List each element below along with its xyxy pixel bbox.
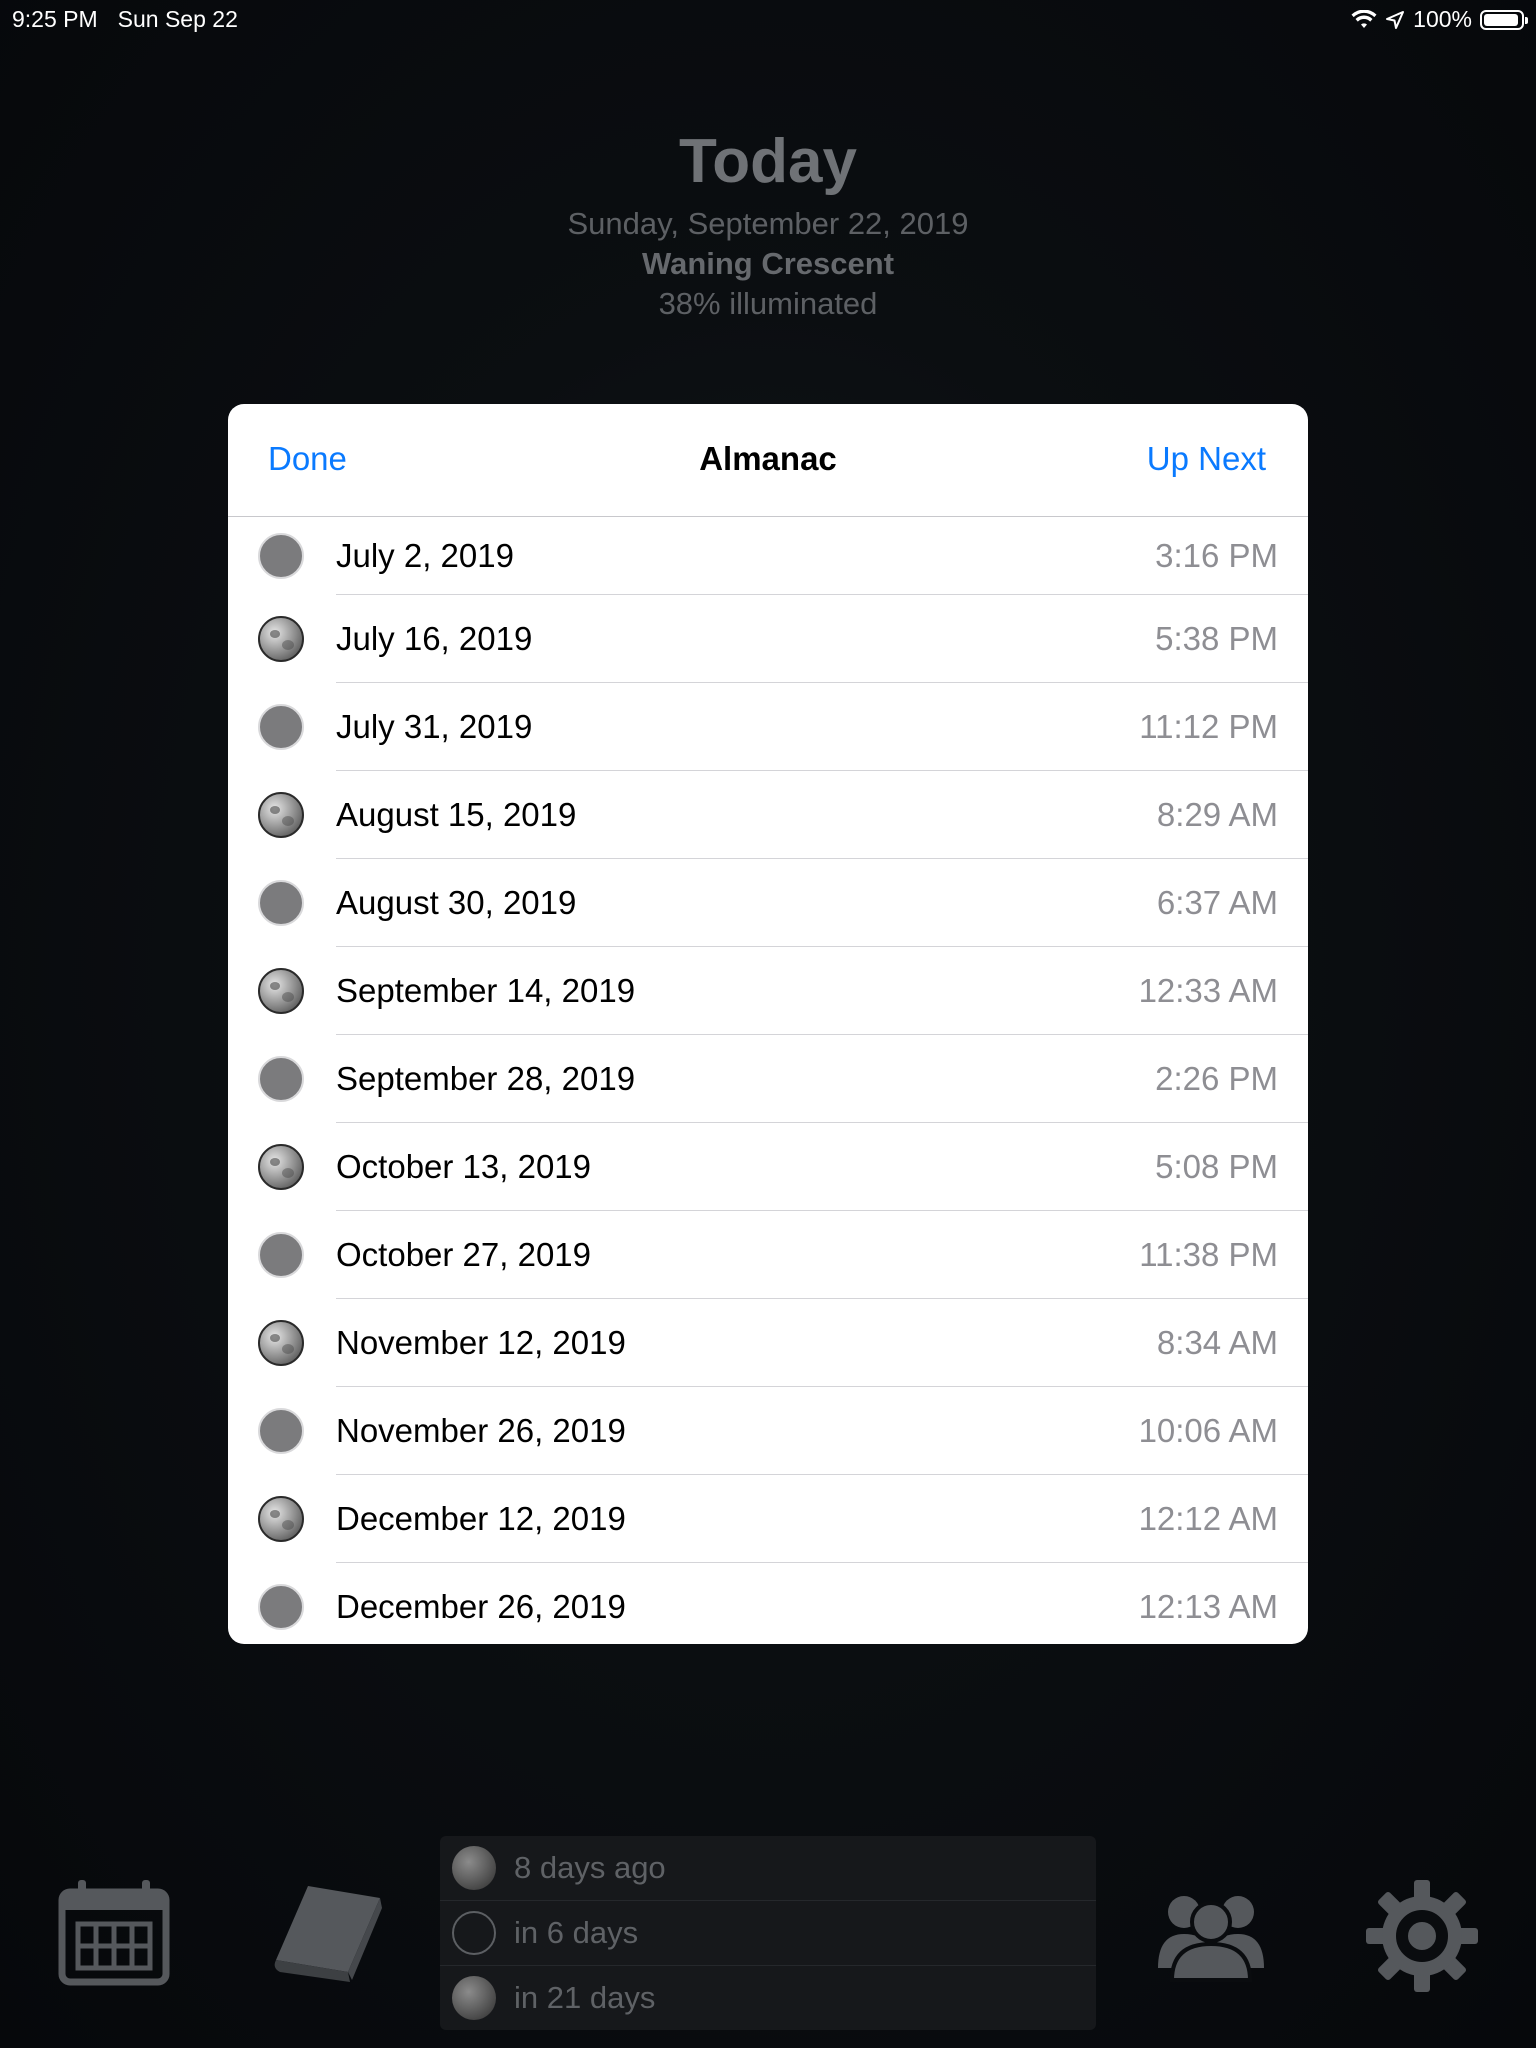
upcoming-label: in 21 days (514, 1980, 656, 2015)
full-moon-icon (258, 1320, 304, 1366)
almanac-row[interactable]: December 12, 2019 12:12 AM (228, 1475, 1308, 1563)
full-moon-icon (452, 1846, 496, 1890)
full-moon-icon (258, 968, 304, 1014)
status-date: Sun Sep 22 (117, 6, 238, 32)
book-icon[interactable] (268, 1880, 384, 1988)
row-date: September 28, 2019 (336, 1060, 636, 1097)
row-time: 12:12 AM (1138, 1500, 1278, 1537)
up-next-button[interactable]: Up Next (1147, 440, 1266, 478)
row-date: October 27, 2019 (336, 1236, 592, 1273)
upcoming-label: in 6 days (514, 1915, 639, 1950)
gear-icon[interactable] (1366, 1880, 1478, 1992)
row-time: 6:37 AM (1156, 884, 1278, 921)
upcoming-phases-list[interactable]: 8 days ago in 6 days in 21 days (440, 1836, 1096, 2030)
location-arrow-icon (1386, 10, 1405, 29)
almanac-row[interactable]: November 26, 2019 10:06 AM (228, 1387, 1308, 1475)
almanac-row[interactable]: July 31, 2019 11:12 PM (228, 683, 1308, 771)
done-button[interactable]: Done (268, 440, 347, 478)
new-moon-icon (258, 704, 304, 750)
people-icon[interactable] (1154, 1882, 1268, 1982)
row-date: August 30, 2019 (336, 884, 577, 921)
upcoming-row[interactable]: 8 days ago (440, 1836, 1096, 1901)
almanac-row[interactable]: September 14, 2019 12:33 AM (228, 947, 1308, 1035)
row-date: November 26, 2019 (336, 1412, 626, 1449)
wifi-icon (1351, 9, 1377, 28)
almanac-row[interactable]: September 28, 2019 2:26 PM (228, 1035, 1308, 1123)
new-moon-icon (258, 1408, 304, 1454)
status-left: 9:25 PM Sun Sep 22 (12, 6, 258, 33)
almanac-row[interactable]: July 16, 2019 5:38 PM (228, 595, 1308, 683)
almanac-row[interactable]: July 2, 2019 3:16 PM (228, 517, 1308, 595)
today-header: Today Sunday, September 22, 2019 Waning … (0, 120, 1536, 324)
row-date: August 15, 2019 (336, 796, 577, 833)
row-time: 5:08 PM (1155, 1148, 1278, 1185)
row-time: 2:26 PM (1155, 1060, 1278, 1097)
row-time: 8:29 AM (1156, 796, 1278, 833)
row-date: September 14, 2019 (336, 972, 636, 1009)
upcoming-row[interactable]: in 21 days (440, 1966, 1096, 2030)
upcoming-label: 8 days ago (514, 1850, 666, 1885)
row-time: 12:13 AM (1138, 1588, 1278, 1625)
battery-icon (1480, 9, 1528, 30)
status-bar: 9:25 PM Sun Sep 22 100% (0, 0, 1536, 40)
new-moon-icon (258, 1232, 304, 1278)
new-moon-icon (452, 1911, 496, 1955)
page-title: Today (679, 127, 857, 196)
full-moon-icon (258, 616, 304, 662)
upcoming-row[interactable]: in 6 days (440, 1901, 1096, 1966)
row-date: July 16, 2019 (336, 620, 533, 657)
almanac-list: July 2, 2019 3:16 PM July 16, 2019 5:38 PM J… (228, 517, 1308, 1644)
illumination-text: 38% illuminated (658, 286, 878, 321)
row-time: 11:12 PM (1139, 708, 1278, 745)
full-moon-icon (452, 1976, 496, 2020)
new-moon-icon (258, 1584, 304, 1630)
row-date: October 13, 2019 (336, 1148, 592, 1185)
row-time: 10:06 AM (1138, 1412, 1278, 1449)
new-moon-icon (258, 1056, 304, 1102)
almanac-row[interactable]: August 15, 2019 8:29 AM (228, 771, 1308, 859)
almanac-row[interactable]: October 13, 2019 5:08 PM (228, 1123, 1308, 1211)
almanac-modal: Done Almanac Up Next July 2, 2019 3:16 PM… (228, 404, 1308, 1644)
today-date: Sunday, September 22, 2019 (567, 206, 969, 241)
row-time: 3:16 PM (1155, 537, 1278, 574)
row-time: 8:34 AM (1156, 1324, 1278, 1361)
new-moon-icon (258, 533, 304, 579)
almanac-row[interactable]: August 30, 2019 6:37 AM (228, 859, 1308, 947)
row-date: July 2, 2019 (336, 537, 514, 574)
row-time: 5:38 PM (1155, 620, 1278, 657)
row-date: December 26, 2019 (336, 1588, 626, 1625)
row-date: November 12, 2019 (336, 1324, 626, 1361)
status-right: 100% (1351, 6, 1528, 33)
status-time: 9:25 PM (12, 6, 98, 32)
row-date: December 12, 2019 (336, 1500, 626, 1537)
moon-phase-name: Waning Crescent (641, 246, 895, 281)
calendar-icon[interactable] (58, 1880, 170, 1986)
row-time: 12:33 AM (1138, 972, 1278, 1009)
full-moon-icon (258, 1496, 304, 1542)
new-moon-icon (258, 880, 304, 926)
almanac-row[interactable]: October 27, 2019 11:38 PM (228, 1211, 1308, 1299)
almanac-row[interactable]: December 26, 2019 12:13 AM (228, 1563, 1308, 1644)
full-moon-icon (258, 792, 304, 838)
battery-percent: 100% (1413, 6, 1472, 32)
modal-nav-bar: Done Almanac Up Next (228, 404, 1308, 517)
almanac-row[interactable]: November 12, 2019 8:34 AM (228, 1299, 1308, 1387)
full-moon-icon (258, 1144, 304, 1190)
row-time: 11:38 PM (1139, 1236, 1278, 1273)
row-date: July 31, 2019 (336, 708, 533, 745)
